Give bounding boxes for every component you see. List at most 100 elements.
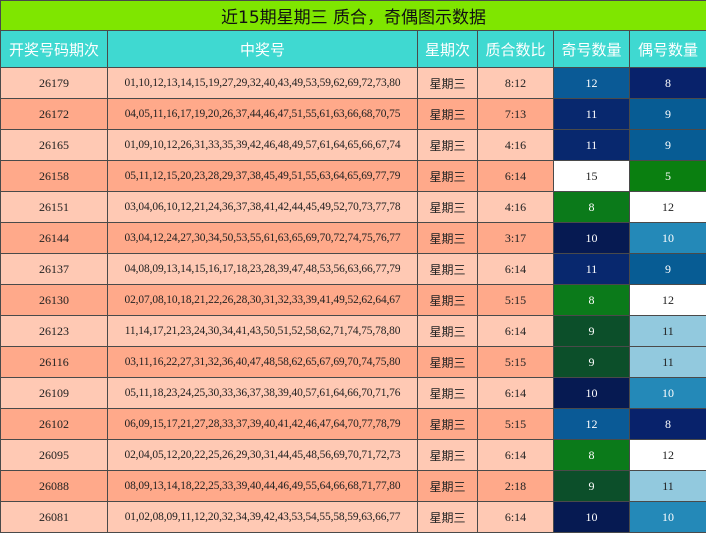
even-count-cell: 12 — [630, 192, 706, 223]
header-row: 开奖号码期次 中奖号 星期次 质合数比 奇号数量 偶号数量 — [1, 31, 706, 68]
ratio-cell: 6:14 — [478, 502, 554, 533]
header-prime-composite-ratio: 质合数比 — [478, 31, 554, 68]
even-count-cell: 5 — [630, 161, 706, 192]
weekday-cell: 星期三 — [418, 130, 478, 161]
period-cell: 26151 — [1, 192, 108, 223]
ratio-cell: 6:14 — [478, 440, 554, 471]
weekday-cell: 星期三 — [418, 440, 478, 471]
ratio-cell: 3:17 — [478, 223, 554, 254]
even-count-cell: 9 — [630, 254, 706, 285]
weekday-cell: 星期三 — [418, 316, 478, 347]
table-row: 2615103,04,06,10,12,21,24,36,37,38,41,42… — [1, 192, 706, 223]
period-cell: 26116 — [1, 347, 108, 378]
ratio-cell: 6:14 — [478, 254, 554, 285]
table-row: 2610905,11,18,23,24,25,30,33,36,37,38,39… — [1, 378, 706, 409]
weekday-cell: 星期三 — [418, 192, 478, 223]
odd-count-cell: 8 — [554, 192, 630, 223]
period-cell: 26095 — [1, 440, 108, 471]
period-cell: 26158 — [1, 161, 108, 192]
even-count-cell: 11 — [630, 471, 706, 502]
table-row: 2617901,10,12,13,14,15,19,27,29,32,40,43… — [1, 68, 706, 99]
weekday-cell: 星期三 — [418, 254, 478, 285]
odd-count-cell: 8 — [554, 440, 630, 471]
winning-numbers-cell: 11,14,17,21,23,24,30,34,41,43,50,51,52,5… — [108, 316, 418, 347]
weekday-cell: 星期三 — [418, 347, 478, 378]
odd-count-cell: 11 — [554, 254, 630, 285]
winning-numbers-cell: 01,02,08,09,11,12,20,32,34,39,42,43,53,5… — [108, 502, 418, 533]
table-row: 2617204,05,11,16,17,19,20,26,37,44,46,47… — [1, 99, 706, 130]
odd-count-cell: 12 — [554, 68, 630, 99]
odd-count-cell: 9 — [554, 347, 630, 378]
winning-numbers-cell: 02,04,05,12,20,22,25,26,29,30,31,44,45,4… — [108, 440, 418, 471]
lottery-stats-table: 近15期星期三 质合，奇偶图示数据 开奖号码期次 中奖号 星期次 质合数比 奇号… — [0, 0, 706, 533]
winning-numbers-cell: 06,09,15,17,21,27,28,33,37,39,40,41,42,4… — [108, 409, 418, 440]
odd-count-cell: 9 — [554, 471, 630, 502]
even-count-cell: 9 — [630, 99, 706, 130]
even-count-cell: 11 — [630, 316, 706, 347]
period-cell: 26130 — [1, 285, 108, 316]
even-count-cell: 8 — [630, 409, 706, 440]
ratio-cell: 6:14 — [478, 161, 554, 192]
period-cell: 26165 — [1, 130, 108, 161]
table-row: 2613704,08,09,13,14,15,16,17,18,23,28,39… — [1, 254, 706, 285]
results-table-container: 近15期星期三 质合，奇偶图示数据 开奖号码期次 中奖号 星期次 质合数比 奇号… — [0, 0, 706, 532]
weekday-cell: 星期三 — [418, 99, 478, 130]
period-cell: 26179 — [1, 68, 108, 99]
weekday-cell: 星期三 — [418, 378, 478, 409]
winning-numbers-cell: 05,11,18,23,24,25,30,33,36,37,38,39,40,5… — [108, 378, 418, 409]
even-count-cell: 10 — [630, 502, 706, 533]
even-count-cell: 12 — [630, 285, 706, 316]
ratio-cell: 5:15 — [478, 347, 554, 378]
odd-count-cell: 12 — [554, 409, 630, 440]
even-count-cell: 11 — [630, 347, 706, 378]
title-row: 近15期星期三 质合，奇偶图示数据 — [1, 1, 706, 31]
weekday-cell: 星期三 — [418, 471, 478, 502]
period-cell: 26102 — [1, 409, 108, 440]
table-row: 2616501,09,10,12,26,31,33,35,39,42,46,48… — [1, 130, 706, 161]
winning-numbers-cell: 01,10,12,13,14,15,19,27,29,32,40,43,49,5… — [108, 68, 418, 99]
table-row: 2610206,09,15,17,21,27,28,33,37,39,40,41… — [1, 409, 706, 440]
ratio-cell: 5:15 — [478, 285, 554, 316]
ratio-cell: 5:15 — [478, 409, 554, 440]
table-row: 2609502,04,05,12,20,22,25,26,29,30,31,44… — [1, 440, 706, 471]
header-period: 开奖号码期次 — [1, 31, 108, 68]
period-cell: 26088 — [1, 471, 108, 502]
table-row: 2613002,07,08,10,18,21,22,26,28,30,31,32… — [1, 285, 706, 316]
even-count-cell: 10 — [630, 223, 706, 254]
header-numbers: 中奖号 — [108, 31, 418, 68]
table-row: 2611603,11,16,22,27,31,32,36,40,47,48,58… — [1, 347, 706, 378]
odd-count-cell: 10 — [554, 378, 630, 409]
period-cell: 26172 — [1, 99, 108, 130]
table-row: 2608808,09,13,14,18,22,25,33,39,40,44,46… — [1, 471, 706, 502]
winning-numbers-cell: 04,05,11,16,17,19,20,26,37,44,46,47,51,5… — [108, 99, 418, 130]
even-count-cell: 12 — [630, 440, 706, 471]
weekday-cell: 星期三 — [418, 502, 478, 533]
winning-numbers-cell: 03,11,16,22,27,31,32,36,40,47,48,58,62,6… — [108, 347, 418, 378]
even-count-cell: 10 — [630, 378, 706, 409]
odd-count-cell: 15 — [554, 161, 630, 192]
winning-numbers-cell: 08,09,13,14,18,22,25,33,39,40,44,46,49,5… — [108, 471, 418, 502]
weekday-cell: 星期三 — [418, 285, 478, 316]
winning-numbers-cell: 05,11,12,15,20,23,28,29,37,38,45,49,51,5… — [108, 161, 418, 192]
table-row: 2612311,14,17,21,23,24,30,34,41,43,50,51… — [1, 316, 706, 347]
ratio-cell: 4:16 — [478, 192, 554, 223]
header-even-count: 偶号数量 — [630, 31, 706, 68]
even-count-cell: 8 — [630, 68, 706, 99]
weekday-cell: 星期三 — [418, 409, 478, 440]
odd-count-cell: 11 — [554, 99, 630, 130]
odd-count-cell: 11 — [554, 130, 630, 161]
ratio-cell: 6:14 — [478, 378, 554, 409]
table-title: 近15期星期三 质合，奇偶图示数据 — [1, 1, 706, 31]
winning-numbers-cell: 02,07,08,10,18,21,22,26,28,30,31,32,33,3… — [108, 285, 418, 316]
period-cell: 26123 — [1, 316, 108, 347]
odd-count-cell: 8 — [554, 285, 630, 316]
weekday-cell: 星期三 — [418, 161, 478, 192]
period-cell: 26081 — [1, 502, 108, 533]
ratio-cell: 2:18 — [478, 471, 554, 502]
weekday-cell: 星期三 — [418, 223, 478, 254]
winning-numbers-cell: 04,08,09,13,14,15,16,17,18,23,28,39,47,4… — [108, 254, 418, 285]
odd-count-cell: 10 — [554, 502, 630, 533]
weekday-cell: 星期三 — [418, 68, 478, 99]
table-row: 2614403,04,12,24,27,30,34,50,53,55,61,63… — [1, 223, 706, 254]
header-weekday: 星期次 — [418, 31, 478, 68]
